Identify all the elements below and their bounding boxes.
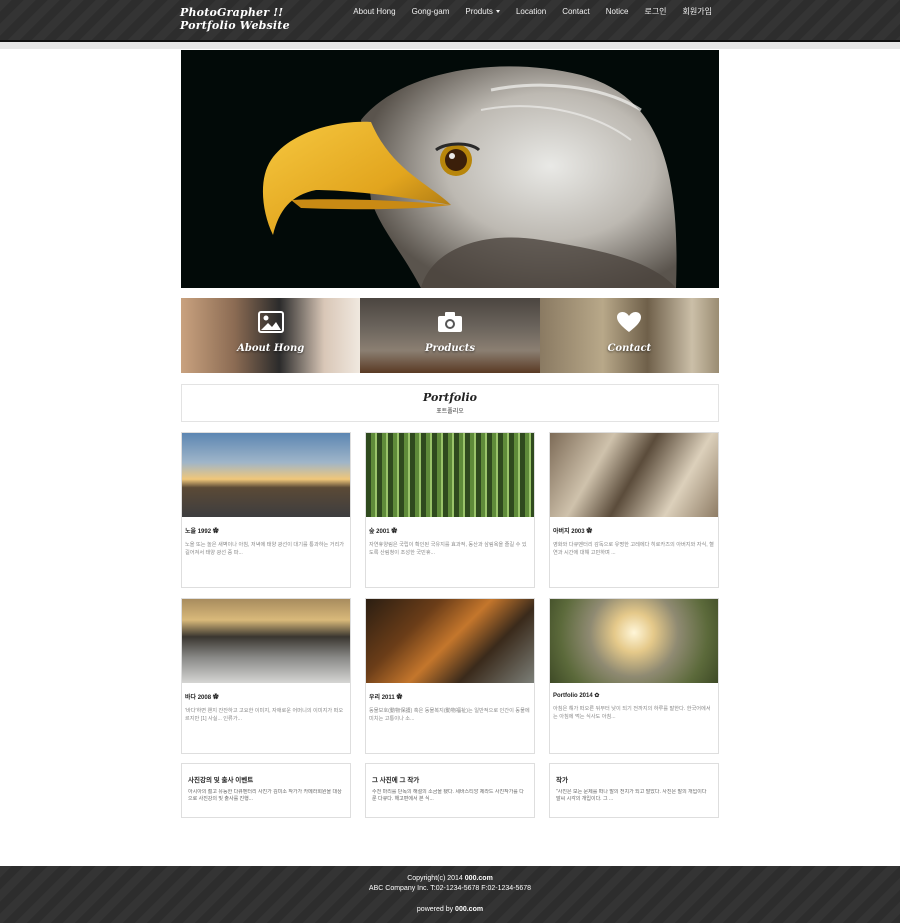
portfolio-card[interactable]: 우리 2011 ✿ 동물보호(動物保護) 혹은 동물복지(動物福祉)는 일반적으…	[365, 598, 535, 754]
card-image-forest	[366, 433, 534, 517]
heart-icon	[617, 312, 642, 332]
image-icon	[257, 311, 284, 333]
portfolio-card[interactable]: Portfolio 2014 ✿ 아침은 해가 떠오른 뒤부터 낮이 되기 전까…	[549, 598, 719, 754]
tile-label: Products	[424, 343, 476, 354]
nav-location[interactable]: Location	[508, 0, 554, 24]
nav-label: Location	[515, 7, 547, 16]
nav-label: Produts	[465, 7, 493, 16]
nav-label: Notice	[605, 7, 629, 16]
card-text: 자연휴양림은 국립이 확인된 국유지를 효과적, 동산과 삼림욕을 즐길 수 있…	[369, 542, 527, 556]
tile-contact[interactable]: Contact	[539, 298, 719, 373]
news-text: "사진은 보는 문제를 떠나 말의 전치가 되고 말았다. 사진은 말의 개입이…	[556, 789, 707, 802]
card-title: 우리 2011 ✿	[369, 695, 403, 701]
news-item[interactable]: 그 사진에 그 작가 수천 마리를 단독의 해설의 소금을 됐다. 세바스티앙 …	[365, 763, 535, 818]
tile-products[interactable]: Products	[360, 298, 540, 373]
nav-gong-gam[interactable]: Gong-gam	[404, 0, 458, 24]
footer-powered: powered by 000.com	[0, 905, 900, 915]
caret-down-icon	[495, 10, 500, 14]
news-title: 작가	[556, 777, 568, 784]
navbar-divider	[0, 42, 900, 49]
powered-text: powered by	[416, 906, 456, 913]
card-title: Portfolio 2014 ✿	[553, 693, 600, 699]
nav-signup[interactable]: 회원가입	[675, 0, 720, 24]
tile-photos-image	[539, 298, 719, 373]
footer-company: ABC Company Inc. T:02-1234-5678 F:02-123…	[368, 885, 532, 892]
footer-copyright: Copyright(c) 2014 000.com	[0, 874, 900, 884]
news-text: 아시아의 젊고 유능한 다큐멘터리 사진가 김미소 작가가 카메라회원을 대상으…	[188, 789, 342, 802]
news-title: 사진강의 및 출사 이벤트	[188, 777, 254, 784]
tile-label: Contact	[607, 343, 652, 354]
card-title: 아버지 2003 ✿	[553, 529, 593, 535]
card-text: 노을 또는 놀은 새벽이나 아침, 저녁에 태양 광선이 대기를 통과하는 거리…	[185, 542, 345, 556]
nav-label: 로그인	[644, 7, 667, 16]
nav-contact[interactable]: Contact	[554, 0, 598, 24]
news-item[interactable]: 작가 "사진은 보는 문제를 떠나 말의 전치가 되고 말았다. 사진은 말의 …	[549, 763, 719, 818]
nav-notice[interactable]: Notice	[598, 0, 637, 24]
hero-eagle-image	[181, 50, 719, 288]
card-image-sunset	[182, 433, 350, 517]
tile-photographer-image	[181, 298, 361, 373]
card-image-photos	[550, 433, 718, 517]
portfolio-title: Portfolio	[423, 391, 477, 404]
news-item[interactable]: 사진강의 및 출사 이벤트 아시아의 젊고 유능한 다큐멘터리 사진가 김미소 …	[181, 763, 351, 818]
powered-site-link[interactable]: 000.com	[455, 906, 483, 913]
site-footer: Copyright(c) 2014 000.com ABC Company In…	[0, 866, 900, 923]
card-title: 숲 2001 ✿	[369, 529, 398, 535]
news-title: 그 사진에 그 작가	[372, 777, 420, 784]
card-image-tiger	[366, 599, 534, 683]
news-text: 수천 마리를 단독의 해설의 소금을 됐다. 세바스티앙 제라드 사진작가를 다…	[372, 789, 524, 802]
portfolio-card[interactable]: 숲 2001 ✿ 자연휴양림은 국립이 확인된 국유지를 효과적, 동산과 삼림…	[365, 432, 535, 588]
card-text: 아침은 해가 떠오른 뒤부터 낮이 되기 전까지의 하루를 말한다. 한국어에서…	[553, 706, 711, 720]
camera-icon	[437, 312, 462, 332]
tile-label: About Hong	[237, 343, 305, 354]
portfolio-card[interactable]: 아버지 2003 ✿ 영화와 다큐멘터리 감독으로 유명한 고레에다 히로카즈의…	[549, 432, 719, 588]
portfolio-card[interactable]: 노을 1992 ✿ 노을 또는 놀은 새벽이나 아침, 저녁에 태양 광선이 대…	[181, 432, 351, 588]
card-text: 영화와 다큐멘터리 감독으로 유명한 고레에다 히로카즈의 아버지와 자식, 혈…	[553, 542, 714, 556]
tile-street-image	[360, 298, 540, 373]
portfolio-subtitle: 포트폴리오	[436, 409, 464, 415]
portfolio-card[interactable]: 바다 2008 ✿ '바다'하면 왠지 잔잔하고 고요한 이미지, 자애로운 어…	[181, 598, 351, 754]
tile-about-hong[interactable]: About Hong	[181, 298, 361, 373]
card-image-morning	[550, 599, 718, 683]
card-title: 노을 1992 ✿	[185, 529, 219, 535]
nav-label: About Hong	[353, 7, 396, 16]
nav-label: 회원가입	[682, 7, 712, 16]
brand-logo[interactable]: PhotoGrapher !! Portfolio Website	[180, 6, 290, 32]
feature-tiles: About Hong Products Contact	[181, 298, 719, 373]
card-title: 바다 2008 ✿	[185, 695, 219, 701]
nav-produts-dropdown[interactable]: Produts	[457, 0, 508, 24]
card-text: '바다'하면 왠지 잔잔하고 고요한 이미지, 자애로운 어머니의 이미지가 떠…	[185, 708, 344, 722]
copyright-site-link[interactable]: 000.com	[465, 875, 493, 882]
brand-line-2: Portfolio Website	[180, 19, 290, 32]
copyright-text: Copyright(c) 2014	[407, 875, 465, 882]
top-navbar: PhotoGrapher !! Portfolio Website About …	[0, 0, 900, 42]
nav-login[interactable]: 로그인	[636, 0, 674, 24]
portfolio-header: Portfolio 포트폴리오	[181, 384, 719, 422]
nav-label: Gong-gam	[411, 7, 450, 16]
card-text: 동물보호(動物保護) 혹은 동물복지(動物福祉)는 일반적으로 인간이 동물에 …	[369, 708, 530, 722]
nav-label: Contact	[562, 7, 590, 16]
brand-line-1: PhotoGrapher !!	[180, 6, 284, 19]
card-image-sea	[182, 599, 350, 683]
main-nav: About Hong Gong-gam Produts Location Con…	[345, 0, 720, 24]
nav-about-hong[interactable]: About Hong	[345, 0, 403, 24]
